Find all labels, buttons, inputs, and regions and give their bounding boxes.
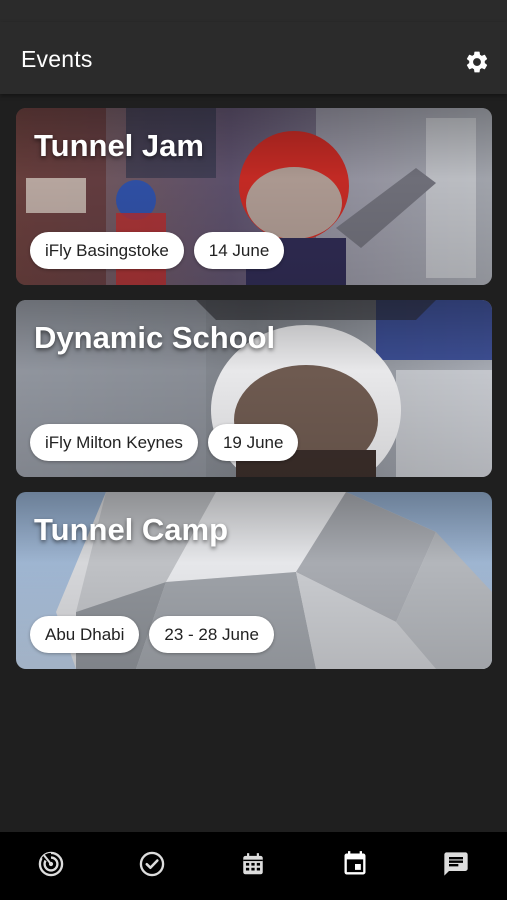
date-chip[interactable]: 19 June bbox=[207, 424, 299, 461]
status-bar bbox=[0, 0, 507, 22]
event-card-tunnel-jam[interactable]: Tunnel Jam iFly Basingstoke 14 June bbox=[16, 108, 492, 285]
nav-checklist[interactable] bbox=[127, 839, 177, 889]
gear-icon bbox=[466, 51, 488, 73]
event-chips: Abu Dhabi 23 - 28 June bbox=[30, 616, 274, 653]
nav-messages[interactable] bbox=[431, 839, 481, 889]
check-circle-icon bbox=[139, 851, 165, 877]
nav-events[interactable] bbox=[330, 839, 380, 889]
nav-calendar[interactable] bbox=[228, 839, 278, 889]
bottom-navigation bbox=[0, 832, 507, 900]
event-list: Tunnel Jam iFly Basingstoke 14 June Dyna… bbox=[16, 108, 492, 684]
date-chip[interactable]: 23 - 28 June bbox=[149, 616, 274, 653]
location-chip[interactable]: iFly Milton Keynes bbox=[30, 424, 198, 461]
location-chip[interactable]: Abu Dhabi bbox=[30, 616, 140, 653]
calendar-icon bbox=[243, 853, 264, 875]
event-title: Tunnel Camp bbox=[34, 512, 229, 547]
message-icon bbox=[444, 852, 468, 876]
event-card-tunnel-camp[interactable]: Tunnel Camp Abu Dhabi 23 - 28 June bbox=[16, 492, 492, 669]
event-calendar-icon bbox=[344, 851, 366, 875]
event-title: Dynamic School bbox=[34, 320, 276, 355]
event-chips: iFly Basingstoke 14 June bbox=[30, 232, 285, 269]
settings-button[interactable] bbox=[461, 46, 493, 78]
app-bar: Events bbox=[0, 22, 507, 94]
nav-radar[interactable] bbox=[26, 839, 76, 889]
radar-icon bbox=[38, 851, 63, 877]
date-chip[interactable]: 14 June bbox=[193, 232, 285, 269]
location-chip[interactable]: iFly Basingstoke bbox=[30, 232, 184, 269]
event-card-dynamic-school[interactable]: Dynamic School iFly Milton Keynes 19 Jun… bbox=[16, 300, 492, 477]
event-title: Tunnel Jam bbox=[34, 128, 204, 163]
page-title: Events bbox=[21, 46, 93, 72]
event-chips: iFly Milton Keynes 19 June bbox=[30, 424, 299, 461]
